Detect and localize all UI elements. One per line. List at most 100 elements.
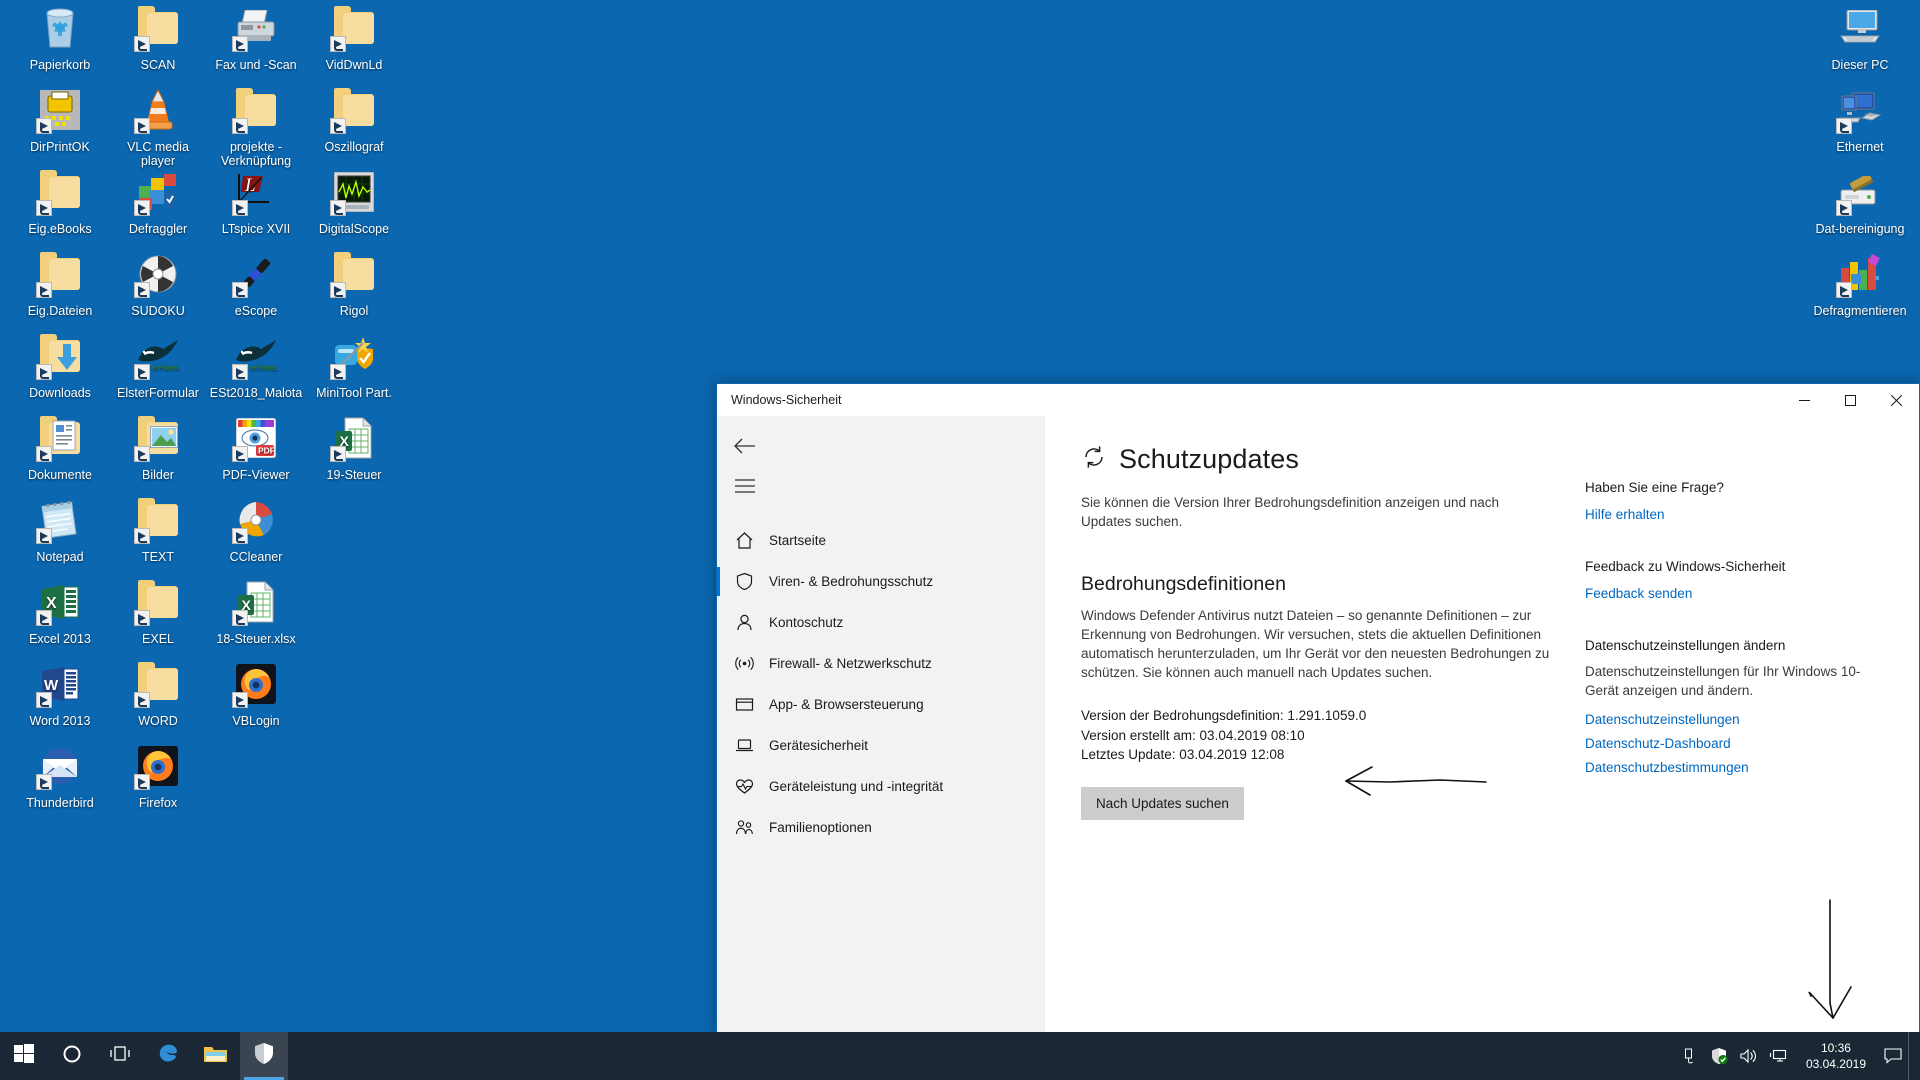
desktop-icon[interactable]: X 19-Steuer — [306, 414, 402, 482]
desktop-icon[interactable]: CCleaner — [208, 496, 304, 564]
wifi-signal-icon — [735, 654, 769, 673]
desktop-icon[interactable]: EXEL — [110, 578, 206, 646]
svg-text:erFormular: erFormular — [152, 365, 180, 372]
sidebar-item-label: Geräteleistung und -integrität — [769, 779, 944, 794]
desktop-icon[interactable]: SCAN — [110, 4, 206, 72]
page-title: Schutzupdates — [1119, 444, 1299, 474]
desktop-icon[interactable]: Papierkorb — [12, 4, 108, 72]
desktop-icon-label: Downloads — [29, 386, 91, 400]
windows-logo-icon — [14, 1043, 34, 1069]
privacy-link-1[interactable]: Datenschutz-Dashboard — [1585, 733, 1889, 754]
edge-button[interactable] — [144, 1032, 192, 1080]
desktop-icon[interactable]: Dieser PC — [1812, 4, 1908, 72]
taskbar-clock[interactable]: 10:36 03.04.2019 — [1794, 1040, 1878, 1072]
desktop-icon[interactable]: Thunderbird — [12, 742, 108, 810]
thunderbird-icon — [36, 742, 84, 790]
excel-icon: X — [36, 578, 84, 626]
desktop-icon[interactable]: projekte - Verknüpfung — [208, 86, 304, 168]
sidebar-item-label: Firewall- & Netzwerkschutz — [769, 656, 932, 671]
desktop-icon[interactable]: L LTspice XVII — [208, 168, 304, 236]
sidebar-item-5[interactable]: Gerätesicherheit — [717, 725, 1045, 766]
desktop-icon[interactable]: Notepad — [12, 496, 108, 564]
help-block: Haben Sie eine Frage? Hilfe erhalten — [1585, 480, 1889, 525]
sidebar-item-4[interactable]: App- & Browsersteuerung — [717, 684, 1045, 725]
back-button[interactable] — [721, 426, 769, 466]
task-view-button[interactable] — [96, 1032, 144, 1080]
desktop-icon[interactable]: Rigol — [306, 250, 402, 318]
desktop-icon[interactable]: VidDwnLd — [306, 4, 402, 72]
desktop-icon[interactable]: Fax und -Scan — [208, 4, 304, 72]
desktop-icon-label: VLC media player — [127, 140, 189, 168]
printer-icon — [36, 86, 84, 134]
desktop-icon[interactable]: Dokumente — [12, 414, 108, 482]
sidebar-item-3[interactable]: Firewall- & Netzwerkschutz — [717, 643, 1045, 684]
show-desktop-button[interactable] — [1908, 1032, 1916, 1080]
hamburger-menu-button[interactable] — [721, 466, 769, 506]
help-link[interactable]: Hilfe erhalten — [1585, 504, 1889, 525]
sidebar-item-7[interactable]: Familienoptionen — [717, 807, 1045, 848]
volume-icon[interactable] — [1734, 1032, 1764, 1080]
elster-bird-icon: erFormular — [134, 332, 182, 380]
oscilloscope-icon — [330, 168, 378, 216]
desktop-icon[interactable]: PDF PDF-Viewer — [208, 414, 304, 482]
minitool-icon — [330, 332, 378, 380]
maximize-button[interactable] — [1827, 384, 1873, 416]
desktop-icon[interactable]: Bilder — [110, 414, 206, 482]
sidebar-item-label: Kontoschutz — [769, 615, 844, 630]
desktop-icon[interactable]: erFormular ESt2018_Malota — [208, 332, 304, 400]
home-icon — [735, 531, 769, 550]
sidebar-item-6[interactable]: Geräteleistung und -integrität — [717, 766, 1045, 807]
desktop-icon[interactable]: Defraggler — [110, 168, 206, 236]
desktop-icon[interactable]: Downloads — [12, 332, 108, 400]
defender-shield-ok-icon[interactable] — [1704, 1032, 1734, 1080]
desktop-icon[interactable]: erFormular ElsterFormular — [110, 332, 206, 400]
network-icon[interactable] — [1764, 1032, 1794, 1080]
usb-icon[interactable] — [1674, 1032, 1704, 1080]
check-for-updates-button[interactable]: Nach Updates suchen — [1081, 786, 1244, 820]
desktop-icon[interactable]: VBLogin — [208, 660, 304, 728]
explorer-button[interactable] — [192, 1032, 240, 1080]
desktop-icon[interactable]: X Excel 2013 — [12, 578, 108, 646]
sidebar-item-0[interactable]: Startseite — [717, 520, 1045, 561]
desktop-icon[interactable]: X 18-Steuer.xlsx — [208, 578, 304, 646]
desktop-icon[interactable]: Oszillograf — [306, 86, 402, 154]
word-icon: W — [36, 660, 84, 708]
start-button[interactable] — [0, 1032, 48, 1080]
desktop-icon[interactable]: Eig.Dateien — [12, 250, 108, 318]
close-button[interactable] — [1873, 384, 1919, 416]
sidebar-item-2[interactable]: Kontoschutz — [717, 602, 1045, 643]
desktop-icon-label: Word 2013 — [29, 714, 91, 728]
desktop-icon-label: Defraggler — [128, 222, 188, 236]
desktop-icon[interactable]: MiniTool Part. — [306, 332, 402, 400]
refresh-icon — [1081, 444, 1107, 475]
documents-folder-icon — [36, 414, 84, 462]
desktop-icon-label: DirPrintOK — [30, 140, 90, 154]
minimize-button[interactable] — [1781, 384, 1827, 416]
desktop-icon[interactable]: DigitalScope — [306, 168, 402, 236]
desktop-icon[interactable]: W Word 2013 — [12, 660, 108, 728]
privacy-link-2[interactable]: Datenschutzbestimmungen — [1585, 757, 1889, 778]
desktop-icon[interactable]: SUDOKU — [110, 250, 206, 318]
desktop-icon[interactable]: WORD — [110, 660, 206, 728]
desktop-icon-label: CCleaner — [229, 550, 283, 564]
version-created: Version erstellt am: 03.04.2019 08:10 — [1081, 727, 1305, 743]
windows-security-button[interactable] — [240, 1032, 288, 1080]
desktop-icon[interactable]: TEXT — [110, 496, 206, 564]
disc-icon — [134, 250, 182, 298]
desktop-icon[interactable]: Defragmentieren — [1812, 250, 1908, 318]
desktop-icon[interactable]: Firefox — [110, 742, 206, 810]
notification-icon[interactable] — [1878, 1032, 1908, 1080]
desktop-icon[interactable]: DirPrintOK — [12, 86, 108, 154]
privacy-link-0[interactable]: Datenschutzeinstellungen — [1585, 709, 1889, 730]
cortana-button[interactable] — [48, 1032, 96, 1080]
elster-bird-icon: erFormular — [232, 332, 280, 380]
desktop-icon-label: SCAN — [140, 58, 176, 72]
desktop-icon[interactable]: eScope — [208, 250, 304, 318]
side-column: Haben Sie eine Frage? Hilfe erhalten Fee… — [1551, 444, 1889, 1032]
feedback-link[interactable]: Feedback senden — [1585, 583, 1889, 604]
desktop-icon[interactable]: Eig.eBooks — [12, 168, 108, 236]
sidebar-item-1[interactable]: Viren- & Bedrohungsschutz — [717, 561, 1045, 602]
desktop-icon[interactable]: Dat-bereinigung — [1812, 168, 1908, 236]
desktop-icon[interactable]: VLC media player — [110, 86, 206, 168]
desktop-icon[interactable]: Ethernet — [1812, 86, 1908, 154]
